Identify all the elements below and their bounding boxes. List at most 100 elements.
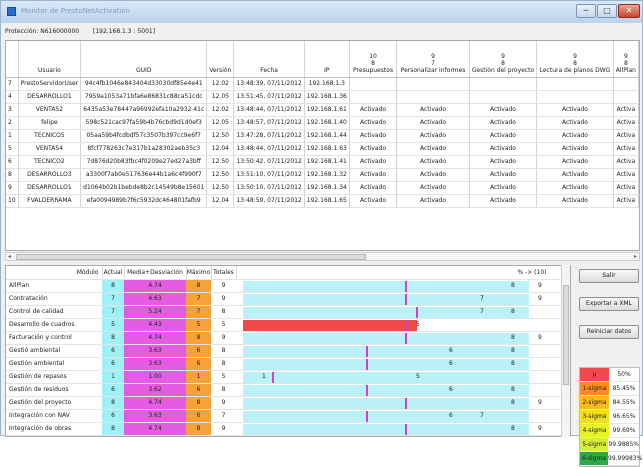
table-row[interactable]: Gestió ambiental 6 3.63 6 8 6 8 — [6, 344, 561, 358]
scroll-right-icon[interactable]: ▸ — [634, 253, 637, 260]
title-bar[interactable]: Monitor de PrestoNetActivation ─ □ ✕ — [1, 1, 642, 23]
cell-actual: 8 — [102, 422, 124, 436]
cell-guid: 7d876d20b83fbc4f0209e27ed27a3bff — [80, 155, 208, 169]
cell-guid: 6435a53e78447a96992efa10a2932 41c — [80, 103, 208, 117]
col-module-4[interactable]: 9 8 Lectura de planos DWG — [536, 41, 614, 78]
table-row[interactable]: Gestión de residuos 6 3.62 6 8 6 8 — [6, 383, 561, 397]
window-title: Monitor de PrestoNetActivation — [21, 7, 130, 15]
mean-marker — [405, 397, 407, 408]
col-totales[interactable]: Totales — [211, 266, 237, 280]
row-number: 8 — [6, 168, 19, 182]
table-row[interactable]: 6 TECNICO2 7d876d20b83fbc4f0209e27ed27a3bf… — [6, 155, 639, 169]
col-module-3[interactable]: 9 8 Gestión del proyecto — [469, 41, 538, 78]
col-scale[interactable]: % -> (10) — [236, 266, 562, 280]
cell-module-status: Activado — [469, 194, 538, 208]
scroll-left-icon[interactable]: ◂ — [8, 253, 11, 260]
close-button[interactable]: ✕ — [618, 4, 640, 18]
cell-actual: 7 — [102, 292, 124, 306]
cell-module-status — [349, 77, 398, 91]
actual-label: 6 — [449, 359, 453, 367]
col-fecha[interactable]: Fecha — [233, 41, 305, 78]
cell-maximo: 1 — [186, 370, 211, 384]
exit-button[interactable]: Salir — [579, 269, 639, 283]
cell-media: 3.62 — [124, 383, 186, 397]
table-row[interactable]: 9 DESARROLLO1 d1064b02b1bebde8b2c14549b8e1… — [6, 181, 639, 195]
cell-module-status: Activado — [396, 168, 470, 182]
cell-totales: 9 — [211, 422, 236, 436]
legend-value: 84.55% — [612, 399, 636, 406]
cell-module-status — [536, 90, 614, 104]
cell-module-status: Activado — [396, 155, 470, 169]
usage-bar-cell: 5 — [236, 318, 561, 332]
cell-modulo: Contratación — [6, 292, 102, 306]
table-row[interactable]: Contratación 7 4.63 7 9 7 9 — [6, 292, 561, 306]
cell-module-status: Activado — [349, 181, 398, 195]
table-row[interactable]: Lectura de planos DWG84.748989 — [6, 435, 561, 438]
cell-modulo: Facturación y control — [6, 331, 102, 345]
scrollbar-thumb[interactable] — [563, 285, 569, 385]
mean-marker — [272, 371, 274, 382]
table-row[interactable]: Integración con NAV 6 3.63 6 7 6 7 — [6, 409, 561, 423]
cell-actual: 8 — [102, 435, 124, 436]
cell-module-status: Activado — [536, 194, 614, 208]
table-row[interactable]: 8 DESARROLLO3 a3300f7ab0e517636e44b1a6c4f9… — [6, 168, 639, 182]
cell-module-status: Activado — [536, 168, 614, 182]
col-usuario[interactable]: Usuario — [18, 41, 82, 78]
legend-item: 6-sigma 99.99983% — [580, 452, 642, 466]
col-module-5[interactable]: 9 8 AllPlan — [613, 41, 639, 78]
col-media[interactable]: Media+Desviación — [124, 266, 187, 280]
cell-fecha: 13:48:44, 07/11/2012 — [233, 103, 305, 117]
scrollbar-thumb[interactable] — [16, 254, 366, 260]
col-ip[interactable]: IP — [304, 41, 350, 78]
table-row[interactable]: 4 DESARROLLO1 7959a1053a71bfa6e86831c88ca5… — [6, 90, 639, 104]
cell-usuario: DESARROLLO1 — [18, 181, 82, 195]
col-actual[interactable]: Actual — [102, 266, 125, 280]
col-module-2[interactable]: 9 7 Personalizar informes — [396, 41, 470, 78]
table-row[interactable]: 7 PrestoServidorUser 94c4fb1046e843404d330… — [6, 77, 639, 91]
cell-version: 12.50 — [206, 168, 235, 182]
col-version[interactable]: Versión — [206, 41, 235, 78]
table-row[interactable]: Gestión de repasos 1 1.00 1 5 1 5 — [6, 370, 561, 384]
col-maximo[interactable]: Máximo — [186, 266, 212, 280]
col-module-1[interactable]: 10 8 Presupuestos — [349, 41, 398, 78]
col-guid[interactable]: GUID — [80, 41, 208, 78]
table-row[interactable]: AllPlan 8 4.74 8 9 8 9 — [6, 279, 561, 293]
actual-label: 8 — [511, 333, 515, 341]
mean-marker — [405, 437, 407, 438]
table-row[interactable]: 10 FVALDERRAMA efa0094989b7f6c5932dc464801… — [6, 194, 639, 208]
usage-bar-cell: 89 — [236, 435, 561, 438]
cell-guid: a3300f7ab0e517636e44b1a6c4f990f7 — [80, 168, 208, 182]
cell-ip: 192.168.1.41 — [304, 155, 350, 169]
minimize-button[interactable]: ─ — [576, 4, 596, 18]
table-row[interactable]: Integración de obras 8 4.74 8 9 8 9 — [6, 422, 561, 436]
col-modulo[interactable]: Módulo — [6, 266, 103, 280]
table-row[interactable]: Gestión ambiental 6 3.63 6 8 6 8 — [6, 357, 561, 371]
horizontal-scrollbar[interactable]: ◂ ▸ — [5, 252, 640, 261]
maximize-button[interactable]: □ — [597, 4, 617, 18]
table-row[interactable]: Control de calidad 7 5.24 7 8 7 8 — [6, 305, 561, 319]
cell-guid: 598c521cac97fa59b4b76cbd9d1d0ef3 — [80, 116, 208, 130]
reset-data-button[interactable]: Reiniciar datos — [579, 325, 639, 339]
vertical-scrollbar[interactable] — [561, 265, 570, 437]
table-row[interactable]: Desarrollo de cuadros 5 4.43 5 5 5 — [6, 318, 561, 332]
mean-marker — [405, 423, 407, 434]
cell-ip: 192.168.1.65 — [304, 194, 350, 208]
table-row[interactable]: 1 TECNICO5 05aa59b4fcdbdf57c3507b397cc9e6f… — [6, 129, 639, 143]
cell-module-status: Activado — [349, 129, 398, 143]
actual-label: 7 — [480, 294, 484, 302]
activations-grid[interactable]: Usuario GUID Versión Fecha IP 10 8 Presupu… — [5, 40, 640, 251]
module-usage-grid[interactable]: Módulo Actual Media+Desviación Máximo To… — [5, 265, 571, 437]
actual-label: 6 — [449, 385, 453, 393]
table-row[interactable]: 5 VENTAS4 8fcf778263c7e317b1a28302aeb35c3 1… — [6, 142, 639, 156]
cell-module-status: Activado — [396, 142, 470, 156]
cell-actual: 8 — [102, 331, 124, 345]
cell-guid: efa0094989b7f6c5932dc464801fafb9 — [80, 194, 208, 208]
table-row[interactable]: Facturación y control 8 4.74 8 9 8 9 — [6, 331, 561, 345]
export-xml-button[interactable]: Exportar a XML — [579, 297, 639, 311]
table-row[interactable]: Gestión del proyecto 8 4.74 8 9 8 9 — [6, 396, 561, 410]
cell-fecha: 13:51:45, 07/11/2012 — [233, 90, 305, 104]
mean-marker — [405, 332, 407, 343]
cell-module-status: Activado — [349, 116, 398, 130]
table-row[interactable]: 2 felipe 598c521cac97fa59b4b76cbd9d1d0ef3 1… — [6, 116, 639, 130]
table-row[interactable]: 3 VENTAS2 6435a53e78447a96992efa10a2932 41… — [6, 103, 639, 117]
